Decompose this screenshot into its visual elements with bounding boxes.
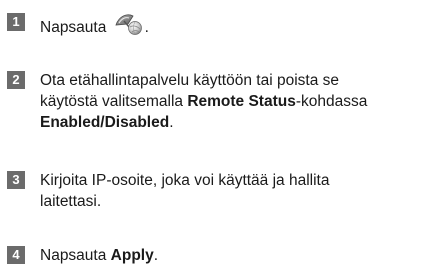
step-text-line: Kirjoita IP-osoite, joka voi käyttää ja … [40, 172, 330, 189]
step-1: 1 Napsauta . [7, 12, 432, 38]
step-text-part: . [169, 114, 174, 131]
step-number-badge: 1 [7, 13, 25, 31]
step-text: Napsauta . [40, 12, 149, 38]
step-text-line: laitettasi. [40, 193, 102, 210]
ui-term-apply: Apply [110, 247, 154, 264]
step-text-part: -kohdassa [295, 93, 368, 110]
step-3: 3 Kirjoita IP-osoite, joka voi käyttää j… [7, 170, 432, 212]
step-text: Napsauta Apply. [40, 245, 158, 266]
step-text-part: käytöstä valitsemalla [40, 93, 188, 110]
step-text-part: . [144, 19, 149, 36]
ui-term-enabled-disabled: Enabled/Disabled [40, 114, 170, 131]
satellite-dish-remote-icon [113, 12, 145, 36]
step-text: Kirjoita IP-osoite, joka voi käyttää ja … [40, 170, 329, 212]
step-number-badge: 3 [7, 171, 25, 189]
step-number-badge: 4 [7, 246, 25, 264]
step-number-badge: 2 [7, 71, 25, 89]
ui-term-remote-status: Remote Status [187, 93, 296, 110]
step-text-line: Ota etähallintapalvelu käyttöön tai pois… [40, 72, 339, 89]
step-2: 2 Ota etähallintapalvelu käyttöön tai po… [7, 70, 432, 133]
step-text: Ota etähallintapalvelu käyttöön tai pois… [40, 70, 367, 133]
step-text-part: Napsauta [40, 247, 111, 264]
step-text-part: . [153, 247, 159, 264]
step-text-part: Napsauta [40, 19, 111, 36]
step-4: 4 Napsauta Apply. [7, 245, 432, 266]
